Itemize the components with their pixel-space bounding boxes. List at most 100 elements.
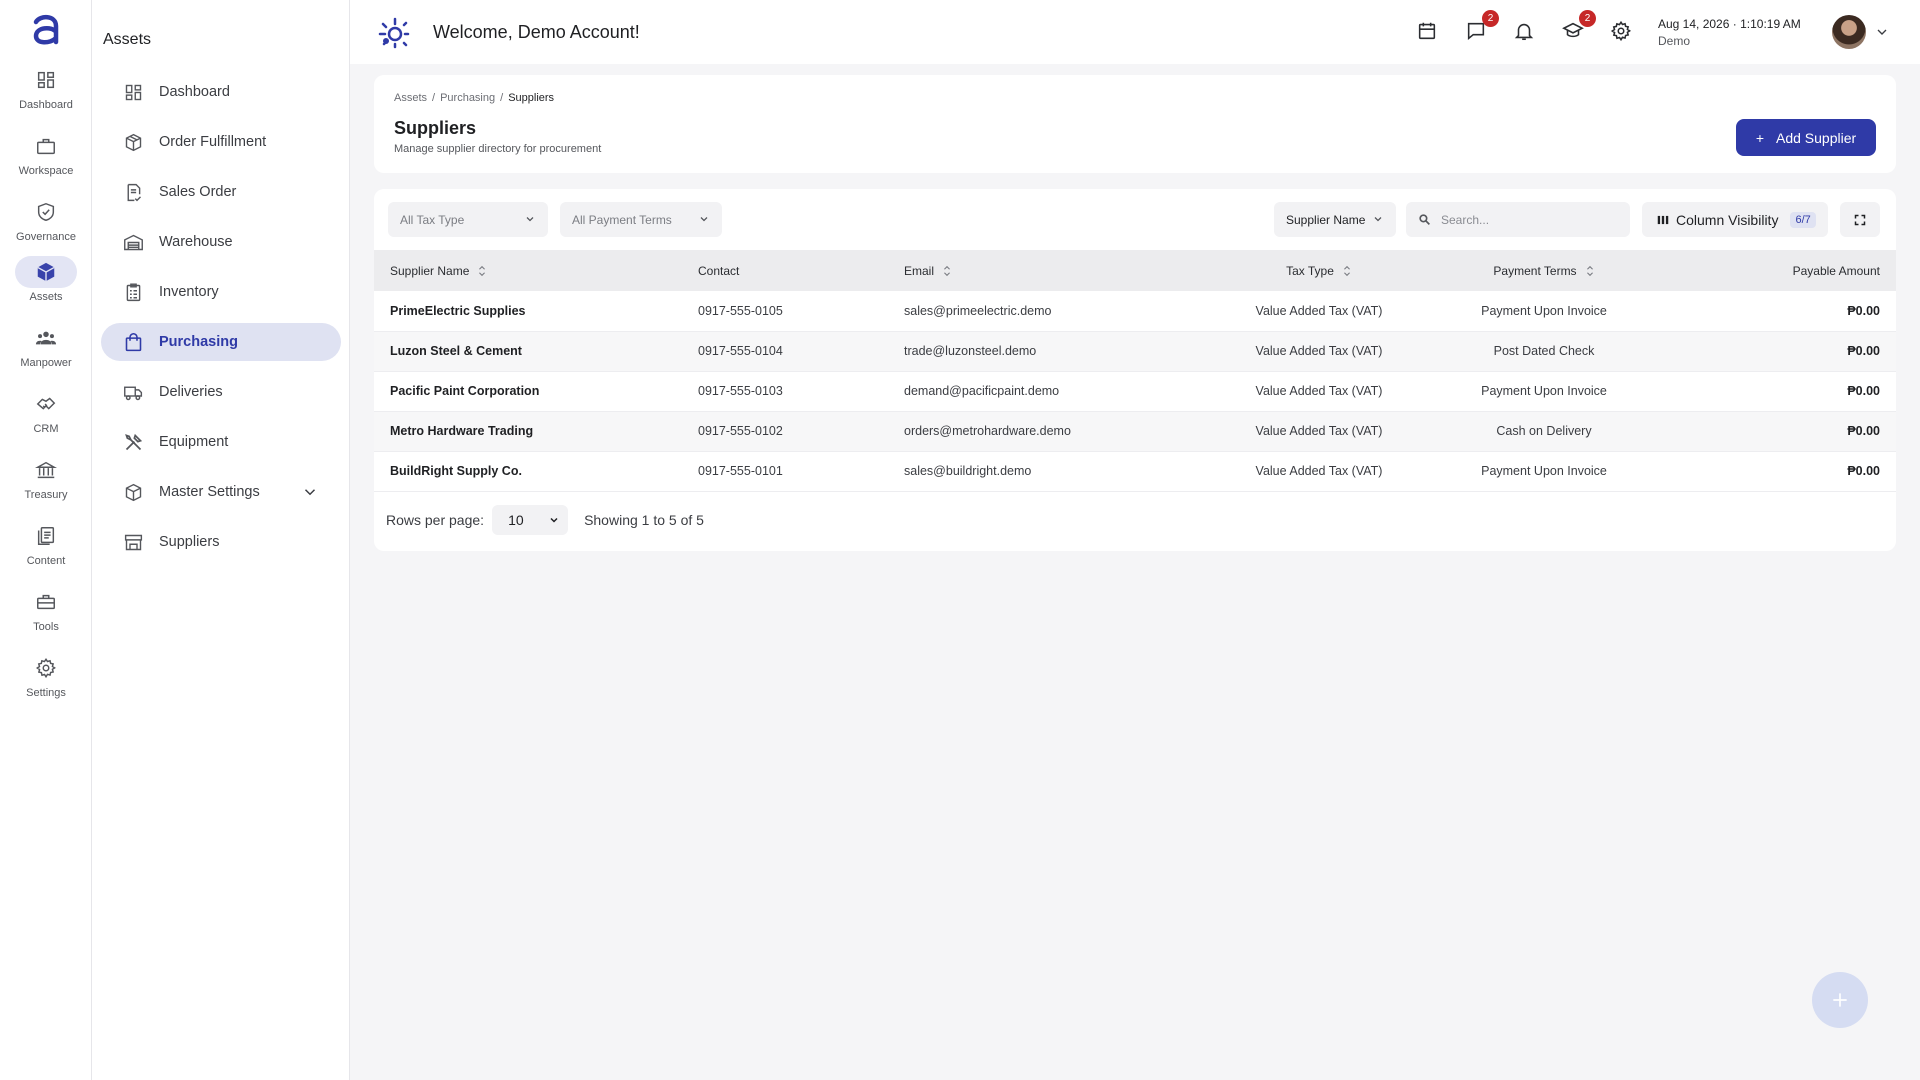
sidebar-item-label: Purchasing [159,334,238,350]
sidebar-item-label: Suppliers [159,534,220,550]
column-header-payable-amount: Payable Amount [1792,263,1880,278]
cell-supplier-name: PrimeElectric Supplies [390,303,526,318]
cell-contact: 0917-555-0101 [698,464,783,478]
breadcrumb-purchasing[interactable]: Purchasing [440,92,495,104]
app-logo-icon[interactable] [26,10,66,50]
cell-email: sales@primeelectric.demo [904,303,1052,318]
cell-email: sales@buildright.demo [904,464,1032,478]
cube-outline-icon [121,480,145,504]
sort-icon[interactable] [1342,265,1352,277]
tax-type-filter[interactable]: All Tax Type [388,202,548,237]
sort-icon[interactable] [1585,265,1595,277]
settings-button[interactable] [1610,20,1634,44]
sidebar-item-purchasing[interactable]: Purchasing [101,323,341,361]
bank-icon [15,454,77,486]
rail-label: Dashboard [19,99,73,111]
store-icon [121,530,145,554]
tax-type-filter-value: All Tax Type [400,212,465,227]
messages-badge: 2 [1482,10,1499,27]
table-row[interactable]: PrimeElectric Supplies 0917-555-0105 sal… [374,291,1896,331]
breadcrumb-assets[interactable]: Assets [394,92,427,104]
rail-item-tools[interactable]: Tools [0,586,92,646]
table-row[interactable]: Luzon Steel & Cement 0917-555-0104 trade… [374,331,1896,371]
cell-contact: 0917-555-0102 [698,424,783,438]
handshake-icon [15,388,77,420]
table-row[interactable]: Metro Hardware Trading 0917-555-0102 ord… [374,411,1896,451]
payment-terms-filter-value: All Payment Terms [572,212,672,227]
sidebar-item-master-settings[interactable]: Master Settings [101,473,341,511]
cell-tax-type: Value Added Tax (VAT) [1255,464,1383,478]
truck-icon [121,380,145,404]
user-name: Demo [1658,34,1691,48]
floating-add-button[interactable] [1812,972,1868,1028]
rail-item-workspace[interactable]: Workspace [0,130,92,190]
sidebar-item-inventory[interactable]: Inventory [101,273,341,311]
cell-contact: 0917-555-0104 [698,344,783,358]
cube-icon [15,256,77,288]
sort-icon[interactable] [942,265,952,277]
table-row[interactable]: Pacific Paint Corporation 0917-555-0103 … [374,371,1896,411]
cell-contact: 0917-555-0105 [698,303,783,318]
learning-button[interactable]: 2 [1562,10,1596,44]
cell-supplier-name: Metro Hardware Trading [390,424,534,438]
column-header-tax-type[interactable]: Tax Type [1204,250,1434,291]
column-visibility-button[interactable]: Column Visibility 6/7 [1642,202,1828,237]
learning-badge: 2 [1579,10,1596,27]
search-input[interactable] [1441,212,1621,227]
sidebar-item-warehouse[interactable]: Warehouse [101,223,341,261]
add-supplier-button[interactable]: + Add Supplier [1736,119,1876,156]
avatar[interactable] [1832,15,1866,49]
columns-icon [1657,215,1669,224]
rail-label: Manpower [20,357,72,369]
calendar-button[interactable] [1416,20,1440,44]
sidebar-item-equipment[interactable]: Equipment [101,423,341,461]
chevron-down-icon[interactable] [301,483,319,501]
column-header-supplier-name[interactable]: Supplier Name [374,250,698,291]
rail-item-assets[interactable]: Assets [0,256,92,316]
rail-item-content[interactable]: Content [0,520,92,580]
sidebar-item-dashboard[interactable]: Dashboard [101,73,341,111]
cell-supplier-name: Pacific Paint Corporation [390,384,540,398]
sort-icon[interactable] [477,265,487,277]
fullscreen-button[interactable] [1840,202,1880,237]
rail-item-settings[interactable]: Settings [0,652,92,712]
cell-payable-amount: ₱0.00 [1847,464,1880,478]
chevron-down-icon [1374,217,1382,222]
page-description: Manage supplier directory for procuremen… [394,143,602,155]
rows-per-page-select[interactable]: 10 [492,505,569,535]
toolbox-icon [15,586,77,618]
rail-label: Settings [26,687,66,699]
rail-item-manpower[interactable]: Manpower [0,322,92,382]
cell-supplier-name: Luzon Steel & Cement [390,344,522,358]
sidebar-item-deliveries[interactable]: Deliveries [101,373,341,411]
chevron-down-icon[interactable] [1874,24,1890,40]
cell-tax-type: Value Added Tax (VAT) [1255,303,1383,318]
fullscreen-icon [1854,214,1866,225]
time-text: 1:10:19 AM [1740,17,1801,31]
cell-payment-terms: Payment Upon Invoice [1481,303,1607,318]
sidebar-item-order-fulfillment[interactable]: Order Fulfillment [101,123,341,161]
cell-payment-terms: Payment Upon Invoice [1481,384,1607,398]
sidebar-item-suppliers[interactable]: Suppliers [101,523,341,561]
breadcrumb-separator: / [500,92,504,104]
dashboard-icon [121,80,145,104]
sidebar-item-label: Deliveries [159,384,223,400]
payment-terms-filter[interactable]: All Payment Terms [560,202,722,237]
column-header-payment-terms[interactable]: Payment Terms [1434,250,1654,291]
rail-item-governance[interactable]: Governance [0,196,92,256]
search-icon [1419,214,1430,225]
rail-item-crm[interactable]: CRM [0,388,92,448]
datetime: Aug 14, 2026 · 1:10:19 AM Demo [1658,17,1801,48]
rail-item-treasury[interactable]: Treasury [0,454,92,514]
sidebar-item-sales-order[interactable]: Sales Order [101,173,341,211]
messages-button[interactable]: 2 [1465,10,1499,44]
column-header-email[interactable]: Email [904,250,1204,291]
rail-item-dashboard[interactable]: Dashboard [0,64,92,124]
search-field-select[interactable]: Supplier Name [1274,202,1396,237]
cell-supplier-name: BuildRight Supply Co. [390,464,522,478]
table-row[interactable]: BuildRight Supply Co. 0917-555-0101 sale… [374,451,1896,491]
app-rail: Dashboard Workspace Governance Assets Ma… [0,0,92,1080]
cell-payment-terms: Cash on Delivery [1496,424,1592,438]
notifications-button[interactable] [1513,20,1537,44]
cell-tax-type: Value Added Tax (VAT) [1255,344,1383,358]
